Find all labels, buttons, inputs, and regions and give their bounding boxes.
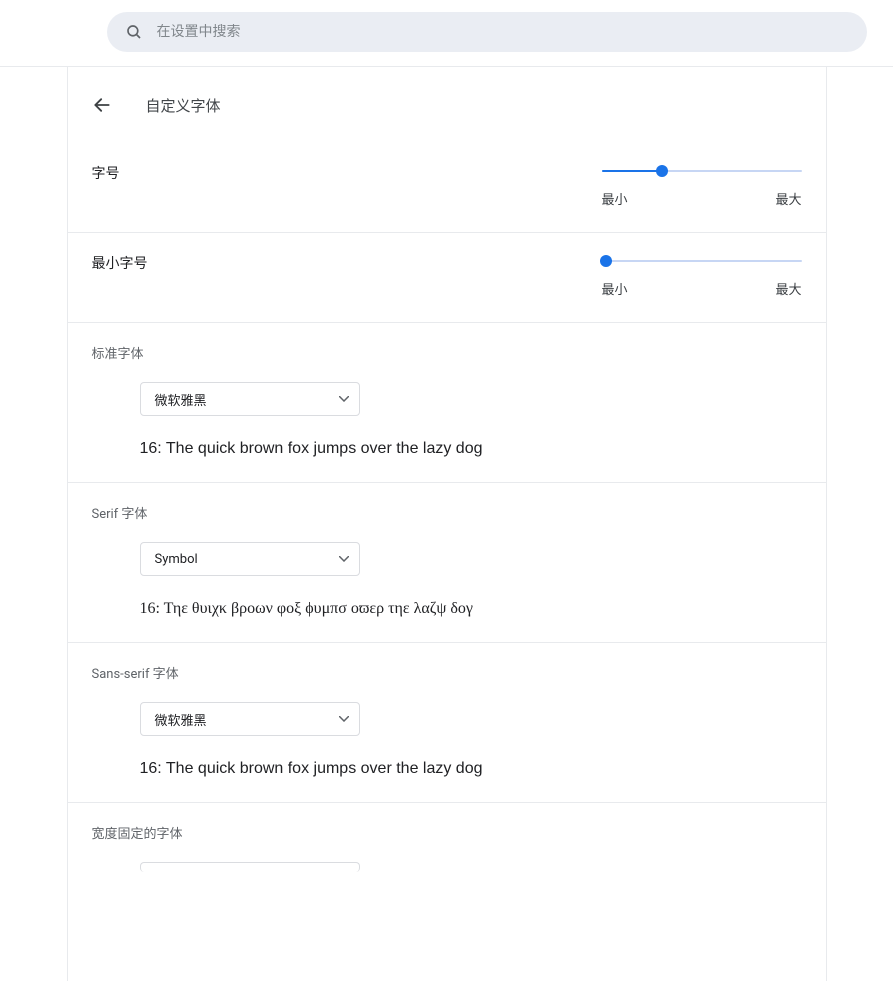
- standard-font-preview: 16: The quick brown fox jumps over the l…: [140, 440, 802, 458]
- sans-font-preview: 16: The quick brown fox jumps over the l…: [140, 760, 802, 778]
- sans-font-label: Sans-serif 字体: [92, 663, 802, 682]
- standard-font-selected: 微软雅黑: [155, 390, 207, 409]
- arrow-left-icon: [92, 95, 112, 115]
- caret-down-icon: [339, 556, 349, 562]
- caret-down-icon: [339, 396, 349, 402]
- serif-font-label: Serif 字体: [92, 503, 802, 522]
- standard-font-label: 标准字体: [92, 343, 802, 362]
- fixed-font-label: 宽度固定的字体: [92, 823, 802, 842]
- standard-font-dropdown[interactable]: 微软雅黑: [140, 382, 360, 416]
- min-font-size-label: 最小字号: [92, 253, 148, 273]
- search-icon: [125, 23, 143, 41]
- font-size-slider[interactable]: [602, 163, 802, 179]
- min-font-size-slider[interactable]: [602, 253, 802, 269]
- sans-font-dropdown[interactable]: 微软雅黑: [140, 702, 360, 736]
- serif-font-dropdown[interactable]: Symbol: [140, 542, 360, 576]
- search-box[interactable]: [107, 12, 867, 52]
- min-font-size-max-label: 最大: [775, 279, 801, 298]
- caret-down-icon: [339, 716, 349, 722]
- search-input[interactable]: [157, 24, 849, 40]
- font-size-label: 字号: [92, 163, 120, 183]
- fixed-font-dropdown[interactable]: [140, 862, 360, 872]
- font-size-max-label: 最大: [775, 189, 801, 208]
- back-button[interactable]: [84, 87, 120, 123]
- serif-font-selected: Symbol: [155, 552, 198, 567]
- page-title: 自定义字体: [146, 95, 221, 116]
- serif-font-preview: 16: Τηε θυιχκ βροων φοξ ϕυμπσ οϖερ τηε λ…: [140, 600, 802, 618]
- min-font-size-min-label: 最小: [602, 279, 628, 298]
- sans-font-selected: 微软雅黑: [155, 710, 207, 729]
- font-size-min-label: 最小: [602, 189, 628, 208]
